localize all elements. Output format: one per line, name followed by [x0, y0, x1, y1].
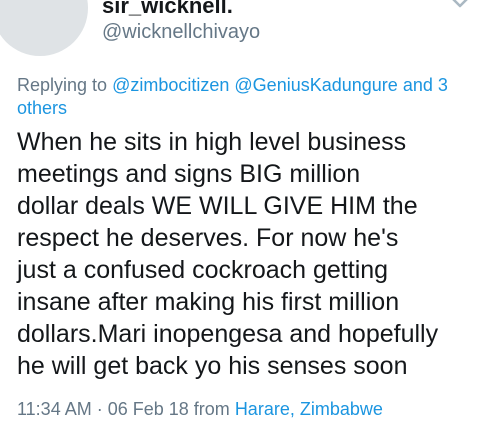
mention-link[interactable]: @GeniusKadungure [234, 75, 397, 95]
tweet-body-line: When he sits in high level business [17, 128, 407, 156]
tweet-body-line: respect he deserves. For now he's [17, 224, 399, 252]
replying-to-label: Replying to [17, 75, 108, 95]
avatar[interactable] [0, 0, 88, 56]
tweet-body-line: just a confused cockroach getting [17, 256, 389, 284]
tweet-body-line: he will get back yo his senses soon [17, 352, 408, 380]
replying-to: Replying to @zimbocitizen @GeniusKadungu… [17, 74, 467, 120]
timestamp[interactable]: 11:34 AM · 06 Feb 18 [17, 399, 189, 419]
user-handle[interactable]: @wicknellchivayo [102, 21, 260, 44]
tweet-meta: 11:34 AM · 06 Feb 18 from Harare, Zimbab… [17, 399, 383, 420]
from-label: from [193, 399, 230, 419]
tweet-body-line: dollar deals WE WILL GIVE HIM the [17, 192, 418, 220]
tweet-card: sir_wicknell. @wicknellchivayo Replying … [0, 0, 480, 445]
and-text: and [402, 75, 433, 95]
mention-link[interactable]: @zimbocitizen [112, 75, 229, 95]
tweet-body: When he sits in high level business meet… [17, 126, 475, 382]
location-link[interactable]: Harare, Zimbabwe [235, 399, 383, 419]
tweet-body-line: meetings and signs BIG million [17, 160, 361, 188]
chevron-down-icon[interactable] [446, 0, 474, 16]
tweet-body-line: insane after making his first million [17, 288, 400, 316]
display-name[interactable]: sir_wicknell. [102, 0, 233, 19]
tweet-body-line: dollars.Mari inopengesa and hopefully [17, 320, 439, 348]
